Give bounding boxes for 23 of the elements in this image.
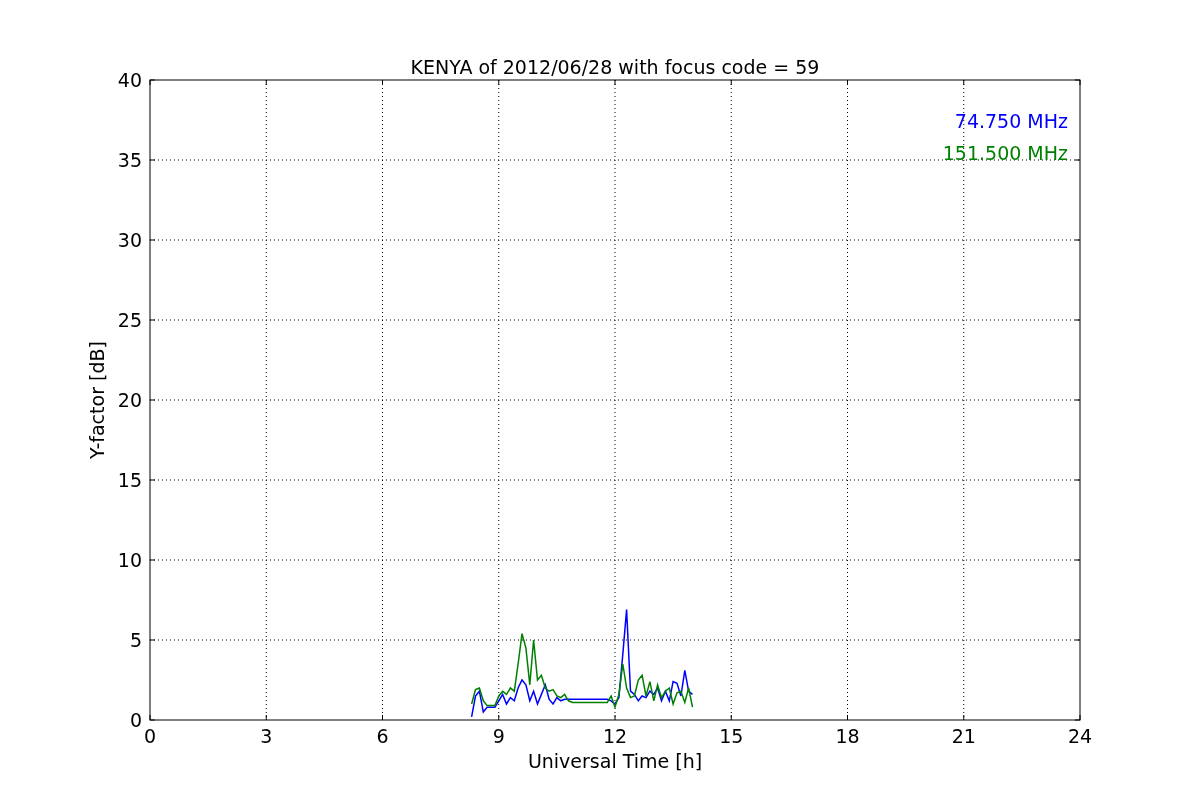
y-tick-label: 0 <box>129 709 142 731</box>
y-tick-label: 15 <box>117 469 142 491</box>
x-axis-label: Universal Time [h] <box>527 750 703 772</box>
x-tick-label: 21 <box>951 725 976 747</box>
y-tick-label: 20 <box>117 389 142 411</box>
x-tick-label: 12 <box>602 725 628 747</box>
chart-title: KENYA of 2012/06/28 with focus code = 59 <box>410 56 820 78</box>
y-tick-label: 10 <box>117 549 142 571</box>
x-tick-label: 18 <box>835 725 860 747</box>
y-axis-label: Y-factor [dB] <box>86 341 108 459</box>
y-tick-label: 5 <box>129 629 142 651</box>
y-tick-label: 25 <box>117 309 142 331</box>
x-tick-label: 6 <box>376 725 389 747</box>
y-tick-label: 35 <box>117 149 142 171</box>
legend-label: 74.750 MHz <box>954 110 1068 132</box>
x-tick-label: 0 <box>143 725 157 747</box>
legend-label: 151.500 MHz <box>942 142 1068 164</box>
y-tick-label: 40 <box>117 69 142 91</box>
x-tick-label: 15 <box>719 725 744 747</box>
x-tick-label: 9 <box>492 725 505 747</box>
y-tick-label: 30 <box>117 229 142 251</box>
x-tick-label: 24 <box>1067 725 1093 747</box>
x-tick-label: 3 <box>260 725 273 747</box>
